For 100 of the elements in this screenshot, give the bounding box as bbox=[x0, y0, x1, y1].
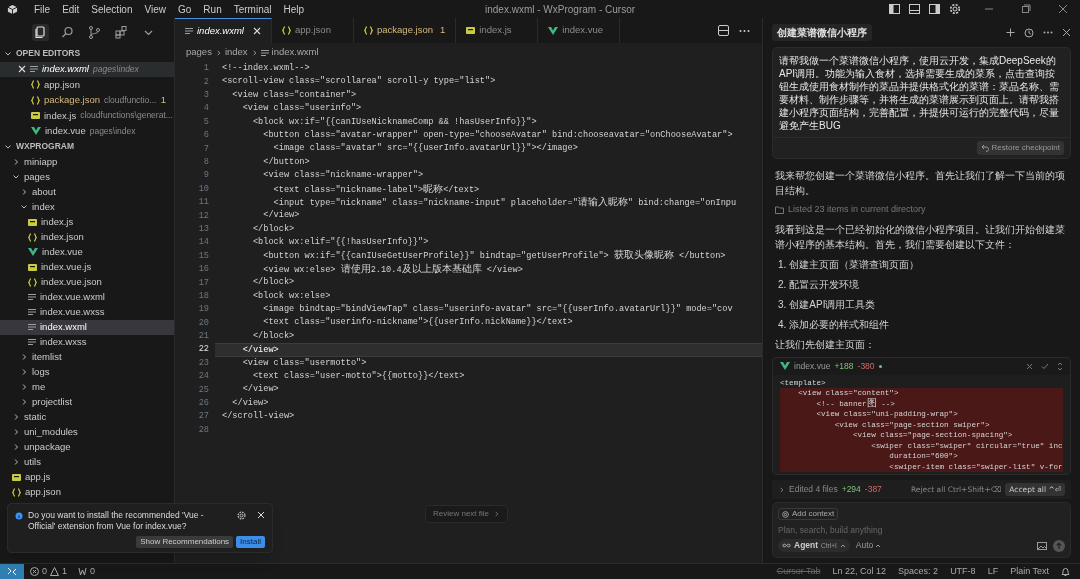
warning-count[interactable]: 1 bbox=[62, 564, 68, 579]
breadcrumb-item[interactable]: index bbox=[224, 45, 248, 60]
status-item[interactable]: LF bbox=[987, 564, 999, 579]
menu-item[interactable]: Help bbox=[277, 1, 311, 17]
more-icon[interactable] bbox=[1043, 31, 1053, 34]
list-number: 2. bbox=[778, 277, 787, 292]
restore-checkpoint-button[interactable]: Restore checkpoint bbox=[976, 141, 1064, 155]
v-logo-icon bbox=[28, 248, 38, 256]
line-number: 25 bbox=[197, 383, 210, 397]
panel-toggle-icon[interactable] bbox=[909, 4, 920, 14]
show-recommendations-button[interactable]: Show Recommendations bbox=[136, 536, 234, 548]
list-number: 4. bbox=[778, 317, 787, 332]
tree-item[interactable]: index.vue.wxss bbox=[0, 304, 174, 320]
editor-tab[interactable]: app.json bbox=[272, 18, 354, 43]
image-icon[interactable] bbox=[1037, 541, 1047, 550]
editor-tab[interactable]: index.js bbox=[456, 18, 539, 43]
tree-item[interactable]: index.vue.js bbox=[0, 259, 174, 275]
files-icon[interactable] bbox=[32, 23, 49, 41]
branch-icon[interactable] bbox=[86, 23, 103, 41]
chevron-right-icon bbox=[12, 158, 20, 166]
up-down-icon[interactable] bbox=[1057, 361, 1063, 371]
chevron-right-icon bbox=[250, 48, 258, 57]
tree-item[interactable]: itemlist bbox=[0, 349, 174, 365]
tree-item[interactable]: logs bbox=[0, 364, 174, 380]
menu-item[interactable]: Edit bbox=[56, 1, 86, 17]
remote-button[interactable] bbox=[0, 564, 24, 579]
tree-item[interactable]: static bbox=[0, 409, 174, 425]
section-header[interactable]: OPEN EDITORS bbox=[16, 47, 81, 61]
review-next-file-button[interactable]: Review next file bbox=[425, 505, 509, 523]
open-editor-item[interactable]: index.vue pages\index bbox=[0, 123, 174, 139]
tree-item[interactable]: index.vue.wxml bbox=[0, 289, 174, 305]
check-icon[interactable] bbox=[1041, 362, 1049, 370]
tree-item[interactable]: miniapp bbox=[0, 154, 174, 170]
ports-icon[interactable] bbox=[78, 567, 88, 576]
tree-item[interactable]: index bbox=[0, 199, 174, 215]
more-icon[interactable] bbox=[739, 28, 750, 33]
line-number: 9 bbox=[202, 169, 210, 183]
ports-count[interactable]: 0 bbox=[90, 564, 96, 579]
code-line: <view class="nickname-wrapper"> bbox=[262, 169, 425, 183]
add-context-button[interactable]: Add context bbox=[778, 508, 839, 520]
status-item[interactable]: Ln 22, Col 12 bbox=[832, 564, 887, 579]
extensions-icon[interactable] bbox=[113, 23, 130, 41]
warning-icon[interactable] bbox=[50, 567, 59, 576]
plus-icon[interactable] bbox=[1006, 28, 1015, 37]
settings-icon[interactable] bbox=[949, 3, 961, 15]
menu-item[interactable]: File bbox=[28, 1, 57, 17]
open-editor-item[interactable]: index.wxml pages\index bbox=[0, 61, 174, 77]
status-item[interactable]: Spaces: 2 bbox=[898, 564, 939, 579]
tree-item[interactable]: app.js bbox=[0, 469, 174, 485]
tree-item[interactable]: uni_modules bbox=[0, 424, 174, 440]
tree-item[interactable]: me bbox=[0, 379, 174, 395]
menu-item[interactable]: View bbox=[138, 1, 172, 17]
menu-item[interactable]: Selection bbox=[85, 1, 139, 17]
tree-item[interactable]: index.wxss bbox=[0, 334, 174, 350]
dot-icon bbox=[878, 364, 882, 368]
bell-icon[interactable] bbox=[1061, 566, 1070, 577]
line-number: 22 bbox=[197, 343, 210, 357]
breadcrumb-item[interactable]: index.wxml bbox=[271, 45, 319, 60]
install-button[interactable]: Install bbox=[236, 536, 265, 548]
menu-item[interactable]: Terminal bbox=[227, 1, 278, 17]
tree-item[interactable]: index.json bbox=[0, 229, 174, 245]
breadcrumb-item[interactable]: pages bbox=[186, 45, 212, 60]
history-icon[interactable] bbox=[1024, 27, 1034, 38]
status-item[interactable]: UTF-8 bbox=[950, 564, 976, 579]
settings-icon[interactable] bbox=[237, 511, 246, 520]
code-line: <block wx:if="{{canIUseNicknameComp && !hasUserInfo}}"> bbox=[251, 115, 538, 129]
tree-item[interactable]: app.json bbox=[0, 484, 174, 500]
sidebar-toggle-icon[interactable] bbox=[889, 4, 900, 14]
editor-tab[interactable]: index.wxml bbox=[175, 18, 272, 43]
editor-tab[interactable]: package.json 1 bbox=[354, 18, 457, 43]
error-icon[interactable] bbox=[30, 567, 39, 576]
tree-item[interactable]: index.js bbox=[0, 214, 174, 230]
split-editor-icon[interactable] bbox=[718, 25, 729, 36]
chat-tab[interactable]: 创建菜谱微信小程序 bbox=[772, 24, 872, 41]
open-editor-item[interactable]: package.json cloudfunctio... 1 bbox=[0, 92, 174, 108]
maximize-icon[interactable] bbox=[1021, 4, 1031, 14]
close-icon[interactable] bbox=[1058, 4, 1068, 14]
chat-input[interactable]: Plan, search, build anything bbox=[778, 523, 1065, 537]
tree-item[interactable]: unpackage bbox=[0, 439, 174, 455]
menu-item[interactable]: Run bbox=[197, 1, 228, 17]
model-picker[interactable]: Auto bbox=[855, 539, 882, 552]
secondary-sidebar-icon[interactable] bbox=[929, 4, 940, 14]
chevron-right-icon[interactable] bbox=[778, 485, 785, 494]
section-header[interactable]: WXPROGRAM bbox=[16, 140, 75, 154]
tree-item[interactable]: index.wxml bbox=[0, 319, 174, 335]
close-icon[interactable] bbox=[1062, 28, 1071, 37]
open-editor-item[interactable]: index.js cloudfunctions\generat... bbox=[0, 108, 174, 124]
file-name[interactable]: index.vue bbox=[794, 359, 831, 373]
open-editor-item[interactable]: app.json bbox=[0, 77, 174, 93]
tree-item[interactable]: pages bbox=[0, 169, 174, 185]
tree-item[interactable]: index.vue bbox=[0, 244, 174, 260]
editor-tab[interactable]: index.vue bbox=[538, 18, 621, 43]
tree-item[interactable]: about bbox=[0, 184, 174, 200]
tree-item[interactable]: utils bbox=[0, 454, 174, 470]
error-count[interactable]: 0 bbox=[42, 564, 47, 579]
edited-summary[interactable]: Edited 4 files bbox=[789, 483, 838, 496]
menu-item[interactable]: Go bbox=[172, 1, 198, 17]
tree-item[interactable]: index.vue.json bbox=[0, 274, 174, 290]
status-item[interactable]: Plain Text bbox=[1010, 564, 1049, 579]
tree-item[interactable]: projectlist bbox=[0, 394, 174, 410]
